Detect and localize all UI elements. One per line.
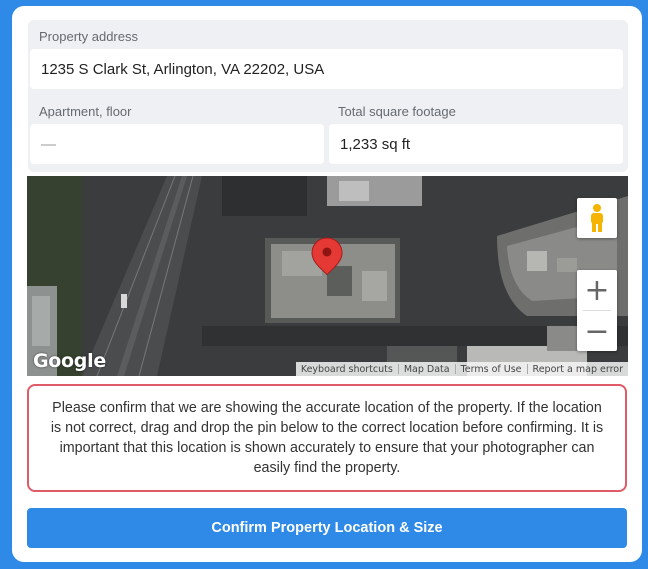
confirm-location-button[interactable]: Confirm Property Location & Size bbox=[27, 508, 627, 548]
address-field[interactable]: 1235 S Clark St, Arlington, VA 22202, US… bbox=[30, 49, 623, 89]
aerial-imagery bbox=[27, 176, 628, 376]
property-form: Property address 1235 S Clark St, Arling… bbox=[28, 20, 628, 172]
location-notice: Please confirm that we are showing the a… bbox=[27, 384, 627, 492]
google-logo: Google bbox=[33, 350, 106, 372]
notice-text: Please confirm that we are showing the a… bbox=[50, 400, 604, 476]
street-view-button[interactable] bbox=[577, 198, 617, 238]
map-attribution: Keyboard shortcuts Map Data Terms of Use… bbox=[295, 362, 628, 376]
footage-field[interactable]: 1,233 sq ft bbox=[329, 124, 623, 164]
zoom-controls: + − bbox=[577, 270, 617, 351]
zoom-out-button[interactable]: − bbox=[577, 311, 617, 351]
zoom-in-button[interactable]: + bbox=[577, 270, 617, 310]
keyboard-shortcuts-link[interactable]: Keyboard shortcuts bbox=[296, 364, 398, 375]
pegman-icon bbox=[591, 204, 603, 232]
map-view[interactable]: + − Google Keyboard shortcuts Map Data T… bbox=[27, 176, 628, 376]
apartment-label: Apartment, floor bbox=[39, 104, 132, 119]
apartment-field[interactable]: — bbox=[30, 124, 324, 164]
terms-of-use-link[interactable]: Terms of Use bbox=[456, 364, 527, 375]
address-label: Property address bbox=[39, 29, 138, 44]
footage-label: Total square footage bbox=[338, 104, 456, 119]
property-card: Property address 1235 S Clark St, Arling… bbox=[12, 6, 642, 562]
map-data-link[interactable]: Map Data bbox=[399, 364, 455, 375]
report-map-error-link[interactable]: Report a map error bbox=[528, 364, 628, 375]
